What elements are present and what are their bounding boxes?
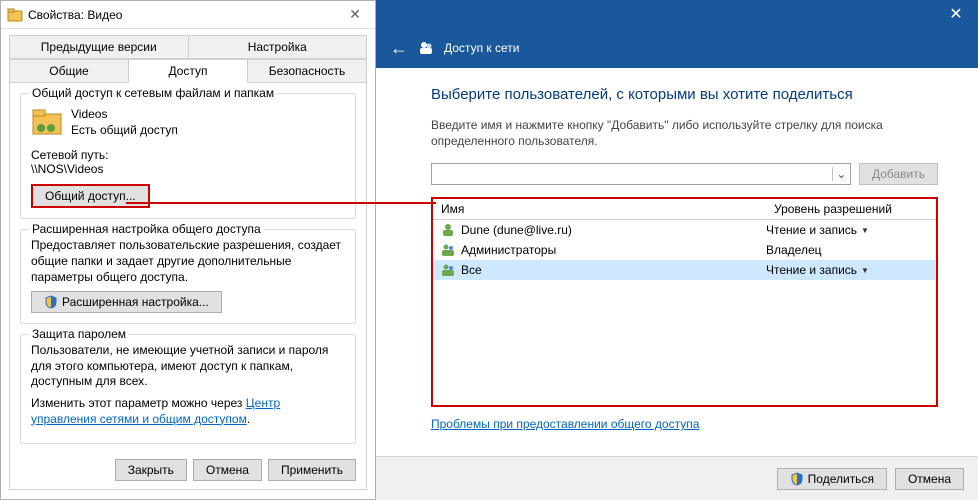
cancel-button[interactable]: Отмена xyxy=(193,459,262,481)
user-name: Все xyxy=(461,263,482,277)
net-footer: Поделиться Отмена xyxy=(376,456,978,500)
table-row[interactable]: Все Чтение и запись ▼ xyxy=(433,260,936,280)
users-icon xyxy=(418,40,434,56)
permissions-table: Имя Уровень разрешений Dune (dune@live.r… xyxy=(431,197,938,407)
network-path-label: Сетевой путь: xyxy=(31,148,345,162)
share-label: Поделиться xyxy=(808,472,874,486)
net-instruction: Введите имя и нажмите кнопку "Добавить" … xyxy=(431,117,938,149)
col-name[interactable]: Имя xyxy=(433,202,766,216)
folder-status: Есть общий доступ xyxy=(71,122,178,138)
folder-icon xyxy=(7,7,23,23)
net-header: ← Доступ к сети xyxy=(376,28,978,68)
tab-content: Общий доступ к сетевым файлам и папкам V… xyxy=(9,82,367,490)
share-button[interactable]: Общий доступ... xyxy=(31,184,150,208)
user-icon xyxy=(439,222,457,238)
group-network-share: Общий доступ к сетевым файлам и папкам V… xyxy=(20,93,356,219)
shared-folder-icon xyxy=(31,106,63,138)
close-icon[interactable]: ✕ xyxy=(335,1,375,28)
chevron-down-icon: ▼ xyxy=(861,226,869,235)
group-title: Общий доступ к сетевым файлам и папкам xyxy=(29,86,277,100)
dialog-buttons: Закрыть Отмена Применить xyxy=(115,459,356,481)
apply-button[interactable]: Применить xyxy=(268,459,356,481)
share-button[interactable]: Поделиться xyxy=(777,468,887,490)
table-row[interactable]: Администраторы Владелец xyxy=(433,240,936,260)
advanced-btn-label: Расширенная настройка... xyxy=(62,295,209,309)
shield-icon xyxy=(790,472,804,486)
group-password-protect: Защита паролем Пользователи, не имеющие … xyxy=(20,334,356,444)
tab-access[interactable]: Доступ xyxy=(128,59,248,83)
password-desc: Пользователи, не имеющие учетной записи … xyxy=(31,343,345,390)
network-access-dialog: ✕ ← Доступ к сети Выберите пользователей… xyxy=(376,0,978,500)
folder-name: Videos xyxy=(71,106,178,122)
table-header: Имя Уровень разрешений xyxy=(433,199,936,220)
chevron-down-icon[interactable]: ⌄ xyxy=(832,167,850,181)
net-body: Выберите пользователей, с которыми вы хо… xyxy=(376,68,978,456)
shield-icon xyxy=(44,295,58,309)
annotation-connector xyxy=(126,202,436,204)
advanced-settings-button[interactable]: Расширенная настройка... xyxy=(31,291,222,313)
user-name: Dune (dune@live.ru) xyxy=(461,223,572,237)
group-icon xyxy=(439,262,457,278)
tab-general[interactable]: Общие xyxy=(9,59,129,83)
net-titlebar: ✕ xyxy=(376,0,978,28)
tab-prev-versions[interactable]: Предыдущие версии xyxy=(9,35,189,59)
title-text: Свойства: Видео xyxy=(28,8,122,22)
tab-security[interactable]: Безопасность xyxy=(247,59,367,83)
properties-dialog: Свойства: Видео ✕ Предыдущие версии Наст… xyxy=(0,0,376,500)
table-row[interactable]: Dune (dune@live.ru) Чтение и запись ▼ xyxy=(433,220,936,240)
col-level[interactable]: Уровень разрешений xyxy=(766,202,936,216)
group-advanced-share: Расширенная настройка общего доступа Пре… xyxy=(20,229,356,324)
net-heading: Выберите пользователей, с которыми вы хо… xyxy=(431,86,938,103)
tab-settings[interactable]: Настройка xyxy=(188,35,368,59)
troubleshoot-link[interactable]: Проблемы при предоставлении общего досту… xyxy=(431,417,699,431)
add-button[interactable]: Добавить xyxy=(859,163,938,185)
titlebar: Свойства: Видео ✕ xyxy=(1,1,375,29)
group-title: Расширенная настройка общего доступа xyxy=(29,222,264,236)
tabs-row-bottom: Общие Доступ Безопасность xyxy=(1,59,375,83)
back-icon[interactable]: ← xyxy=(390,38,408,59)
chevron-down-icon: ▼ xyxy=(861,266,869,275)
close-button[interactable]: Закрыть xyxy=(115,459,187,481)
tabs-row-top: Предыдущие версии Настройка xyxy=(1,35,375,59)
user-name: Администраторы xyxy=(461,243,556,257)
advanced-desc: Предоставляет пользовательские разрешени… xyxy=(31,238,345,285)
password-link-line: Изменить этот параметр можно через Центр… xyxy=(31,396,345,427)
folder-info: Videos Есть общий доступ xyxy=(71,106,178,138)
close-icon[interactable]: ✕ xyxy=(934,0,978,28)
net-header-title: Доступ к сети xyxy=(444,41,519,55)
user-combobox[interactable]: ⌄ xyxy=(431,163,851,185)
group-title: Защита паролем xyxy=(29,327,129,341)
cancel-button[interactable]: Отмена xyxy=(895,468,964,490)
permission-level[interactable]: Владелец xyxy=(766,243,936,257)
permission-level[interactable]: Чтение и запись ▼ xyxy=(766,263,936,277)
group-icon xyxy=(439,242,457,258)
permission-level[interactable]: Чтение и запись ▼ xyxy=(766,223,936,237)
network-path: \\NOS\Videos xyxy=(31,162,345,176)
